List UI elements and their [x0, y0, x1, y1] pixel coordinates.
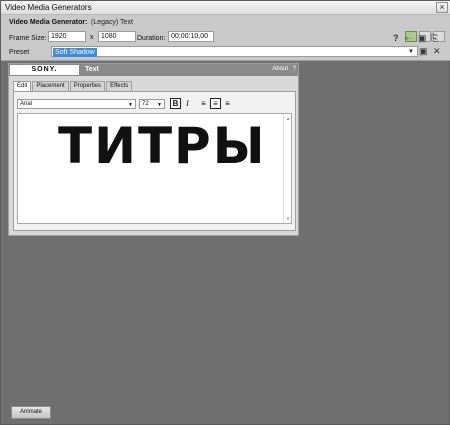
preset-value: Soft Shadow	[53, 48, 97, 57]
save-icon[interactable]: ▣	[419, 46, 428, 56]
frame-size-label: Frame Size:	[9, 35, 47, 42]
title-text[interactable]: ТИТРЫ	[58, 121, 267, 171]
properties-icon[interactable]: ⎘	[431, 33, 438, 43]
text-plugin-panel: SONY. Text About ? Edit Placement Proper…	[8, 63, 299, 236]
about-link[interactable]: About	[272, 66, 288, 72]
help-icon[interactable]: ?	[393, 33, 399, 43]
sony-logo: SONY.	[10, 65, 79, 75]
delete-preset-icon[interactable]: ✕	[433, 46, 441, 56]
duration-label: Duration:	[137, 35, 166, 42]
font-size-dropdown[interactable]: 72 ▼	[139, 99, 165, 109]
generator-header: Video Media Generator: (Legacy) Text Fra…	[1, 15, 450, 61]
generator-label: Video Media Generator:	[9, 19, 88, 26]
chevron-down-icon: ▼	[128, 102, 133, 108]
tab-placement[interactable]: Placement	[32, 81, 69, 91]
scroll-up-icon[interactable]: ▲	[286, 116, 290, 121]
chevron-down-icon: ▼	[157, 102, 162, 108]
tab-properties[interactable]: Properties	[69, 81, 106, 91]
close-icon[interactable]: ×	[436, 2, 448, 13]
save-preset-icon[interactable]: ▣	[418, 33, 427, 43]
tab-effects[interactable]: Effects	[106, 81, 133, 91]
bold-button[interactable]: B	[170, 98, 181, 109]
align-left-icon[interactable]: ≡	[198, 98, 209, 109]
duration-field[interactable]: 00:00:10,00	[168, 31, 214, 42]
tab-edit[interactable]: Edit	[13, 81, 32, 91]
video-media-generators-window: Video Media Generators × Video Media Gen…	[0, 0, 450, 425]
editor-scrollbar[interactable]: ▲ ▼	[283, 114, 291, 223]
generator-value: (Legacy) Text	[91, 19, 133, 26]
window-title: Video Media Generators	[5, 3, 92, 12]
frame-width-field[interactable]: 1920	[48, 31, 86, 42]
plugin-name: Text	[85, 66, 99, 73]
font-size-value: 72	[142, 101, 149, 107]
plugin-tabs: Edit Placement Properties Effects	[13, 81, 133, 91]
title-bar: Video Media Generators ×	[1, 1, 450, 15]
scroll-down-icon[interactable]: ▼	[286, 216, 290, 221]
text-editor[interactable]: ТИТРЫ ▲ ▼	[17, 113, 292, 224]
align-right-icon[interactable]: ≡	[222, 98, 233, 109]
plugin-help-icon[interactable]: ?	[293, 66, 296, 72]
insert-clip-icon[interactable]: ⇠	[405, 33, 413, 43]
italic-button[interactable]: I	[182, 98, 193, 109]
frame-height-field[interactable]: 1080	[98, 31, 136, 42]
edit-tab-panel: Arial ▼ 72 ▼ B I ≡ ≡ ≡ ТИТРЫ ▲ ▼	[13, 91, 296, 231]
font-value: Arial	[20, 101, 33, 107]
animate-button[interactable]: Animate	[11, 406, 51, 419]
preset-dropdown[interactable]: Soft Shadow ▼	[51, 46, 418, 57]
plugin-header: SONY. Text About ?	[9, 64, 298, 76]
align-center-icon[interactable]: ≡	[210, 98, 221, 109]
chevron-down-icon: ▼	[408, 49, 414, 55]
preset-label: Preset	[9, 49, 30, 56]
font-dropdown[interactable]: Arial ▼	[17, 99, 136, 109]
frame-size-separator: x	[90, 34, 94, 41]
